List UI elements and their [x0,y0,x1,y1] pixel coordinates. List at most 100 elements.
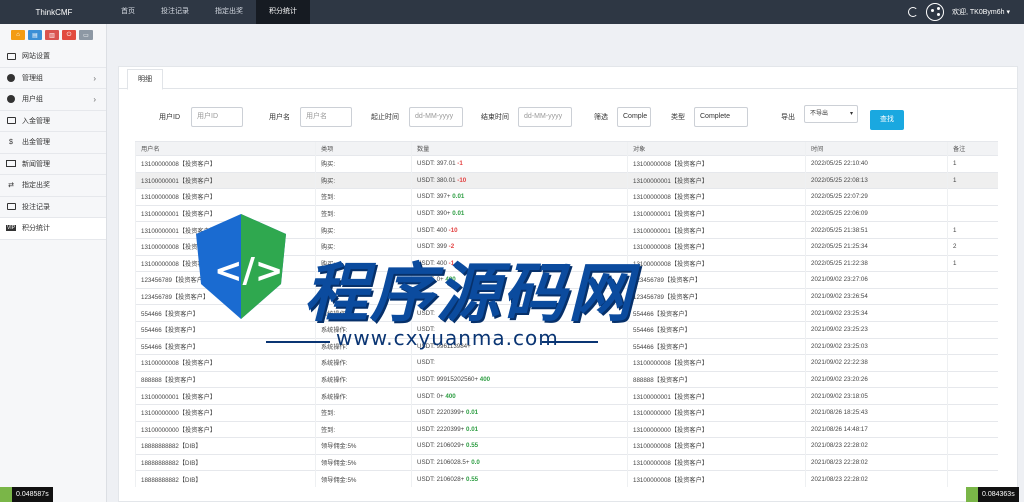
table-row[interactable]: 123456789【投资客户】 USDT: 0+ 400 123456789【投资客… [135,271,998,289]
sidebar: ⌂ ▤ ▥ ⏻ ▭ 网站设置管理组 › 用户组 › 入金管理 $ 出金管理新闻管理指定出奖投… [0,24,107,502]
cell-text: 554466【投资客户】 [141,310,199,318]
sidebar-item-8[interactable]: VIP 积分统计 [0,218,106,240]
cell-note [947,370,998,388]
main-content: 明细 用户ID 用户ID 用户名 用户名 起止时间 dd-MM-yyyy 结束时… [108,24,1024,502]
document-icon[interactable]: ▤ [28,30,42,40]
table-row[interactable]: 18888888882【DIB】 领导佣金:5% USDT: 2106029+ 0.… [135,437,998,455]
cell-user: 888888【投资客户】 [135,370,316,388]
filter-bar: 用户ID 用户ID 用户名 用户名 起止时间 dd-MM-yyyy 结束时间 d… [119,105,1019,130]
cell-text: USDT: 0+ [417,276,444,284]
username-label: 用户名 [269,114,290,121]
monitor-icon [6,117,16,125]
table-row[interactable]: 13100000001【投资客户】 购买: USDT: 380.01 -10 1310… [135,171,998,189]
table-row[interactable]: 554466【投资客户】 系统操作: USDT: 996113984+ 554466… [135,337,998,355]
start-date-input[interactable]: dd-MM-yyyy [409,107,463,127]
table-row[interactable]: 13100000001【投资客户】 系统操作: USDT: 0+ 400 131000… [135,387,998,405]
cell-text: 13100000008【投资客户】 [633,161,708,169]
table-row[interactable]: 13100000008【投资客户】 系统操作: USDT: 13100000008【… [135,354,998,372]
cell-target: 13100000001【投资客户】 [627,171,806,189]
table-row[interactable]: 13100000000【投资客户】 签到: USDT: 2220399+ 0.01 1… [135,420,998,438]
nav-item-0[interactable]: 首页 [108,0,148,24]
home-icon[interactable]: ⌂ [11,30,25,40]
table-row[interactable]: 13100000008【投资客户】 购买: USDT: 400 -1 13100000… [135,254,998,272]
table-row[interactable]: 554466【投资客户】 系统操作: USDT: 554466【投资客户】 2021/… [135,304,998,322]
table-row[interactable]: 18888888882【DIB】 领导佣金:5% USDT: 2106028+ 0.… [135,470,998,488]
sidebar-item-7[interactable]: 投注记录 [0,197,106,218]
cell-amount: USDT: 996113984+ [411,337,628,355]
cell-text: 123456789【投资客户】 [141,277,210,285]
sidebar-item-5[interactable]: 新闻管理 [0,154,106,175]
cell-text: 13100000001【投资客户】 [633,227,708,235]
table-row[interactable]: 13100000008【投资客户】 购买: USDT: 399 -2 13100000… [135,237,998,256]
timer-value-left: 0.048587s [16,491,49,498]
table-row[interactable]: 18888888882【DIB】 领导佣金:5% USDT: 2106028.5+ … [135,453,998,471]
cell-time: 2021/09/02 23:25:03 [805,337,948,355]
table-row[interactable]: 123456789【投资客户】 USDT: 123456789【投资客户】 2021… [135,287,998,305]
table-row[interactable]: 13100000008【投资客户】 签到: USDT: 397+ 0.01 13100… [135,188,998,206]
table-row[interactable]: 554466【投资客户】 系统操作: USDT: 554466【投资客户】 2021/… [135,320,998,339]
cell-note [947,354,998,372]
cell-text: 13100000008【投资客户】 [141,260,216,268]
cell-text: 13100000001【投资客户】 [141,227,216,235]
cell-amount: USDT: [411,304,628,322]
cell-time: 2021/08/23 22:28:02 [805,470,948,488]
sidebar-item-1[interactable]: 管理组 › [0,68,106,89]
table-row[interactable]: 13100000008【投资客户】 购买: USDT: 397.01 -1 13100… [135,155,998,173]
tab-detail[interactable]: 明细 [127,69,163,90]
refresh-icon[interactable] [908,7,919,17]
sidebar-item-label: 管理组 [22,74,43,82]
username-input[interactable]: 用户名 [300,107,352,127]
cell-text: 13100000001【投资客户】 [141,177,216,185]
amount-delta: -1 [457,160,463,168]
sidebar-item-label: 网站设置 [22,53,50,61]
sidebar-item-4[interactable]: $ 出金管理 [0,132,106,154]
avatar[interactable] [926,3,945,21]
user-welcome[interactable]: 欢迎, TK0Bym6h ▾ [952,7,1010,17]
cell-text: 123456789【投资客户】 [633,277,702,285]
amount-delta: 0.01 [466,409,479,417]
column-header: 时间 [805,141,948,156]
timer-badge-left: 0.048587s [0,487,53,502]
export-select[interactable]: 不导出 [804,105,858,123]
table-row[interactable]: 13100000001【投资客户】 签到: USDT: 390+ 0.01 13100… [135,204,998,222]
table-row[interactable]: 13100000000【投资客户】 签到: USDT: 2220399+ 0.01 1… [135,403,998,421]
cell-text: 554466【投资客户】 [633,310,691,318]
table-row[interactable]: 888888【投资客户】 系统操作: USDT: 99915202560+ 400 8… [135,370,998,388]
cell-amount: USDT: 399 -2 [411,237,628,256]
chart-icon [0,487,12,502]
cell-text: 123456789【投资客户】 [141,294,210,302]
cell-target: 13100000001【投资客户】 [627,221,806,239]
filter-select[interactable]: Comple [617,107,651,127]
sidebar-item-0[interactable]: 网站设置 [0,46,106,68]
cell-text: 2021/08/23 22:28:02 [811,475,868,483]
nav-item-3[interactable]: 积分统计 [256,0,310,24]
search-button[interactable]: 查找 [870,110,904,130]
cell-user: 13100000001【投资客户】 [135,387,316,405]
trash-icon[interactable]: ▥ [45,30,59,40]
cell-text: 13100000008【投资客户】 [633,194,708,202]
cell-text: 领导佣金:5% [321,476,357,484]
card-icon[interactable]: ▭ [79,30,93,40]
cell-time: 2021/08/26 18:25:43 [805,403,948,421]
nav-item-2[interactable]: 指定出奖 [202,0,256,24]
type-select[interactable]: Complete [694,107,748,127]
user-id-input[interactable]: 用户ID [191,107,243,127]
nav-item-1[interactable]: 投注记录 [148,0,202,24]
power-icon[interactable]: ⏻ [62,30,76,40]
table-row[interactable]: 13100000001【投资客户】 购买: USDT: 400 -10 1310000… [135,221,998,239]
amount-delta: 400 [445,392,456,400]
sidebar-item-3[interactable]: 入金管理 [0,111,106,132]
cell-text: USDT: [417,293,435,301]
brand-logo[interactable]: ThinkCMF [0,8,108,17]
cell-text: USDT: 400 [417,259,447,267]
cell-time: 2021/09/02 23:27:06 [805,271,948,289]
filter-label: 筛选 [594,114,608,121]
sidebar-item-2[interactable]: 用户组 › [0,89,106,111]
end-date-input[interactable]: dd-MM-yyyy [518,107,572,127]
cell-text: 签到: [321,194,336,202]
cell-text: 签到: [321,426,336,434]
cell-note [947,337,998,355]
sidebar-item-6[interactable]: 指定出奖 [0,175,106,197]
cell-type: 签到: [315,188,412,206]
cell-text: 购买: [321,161,336,169]
